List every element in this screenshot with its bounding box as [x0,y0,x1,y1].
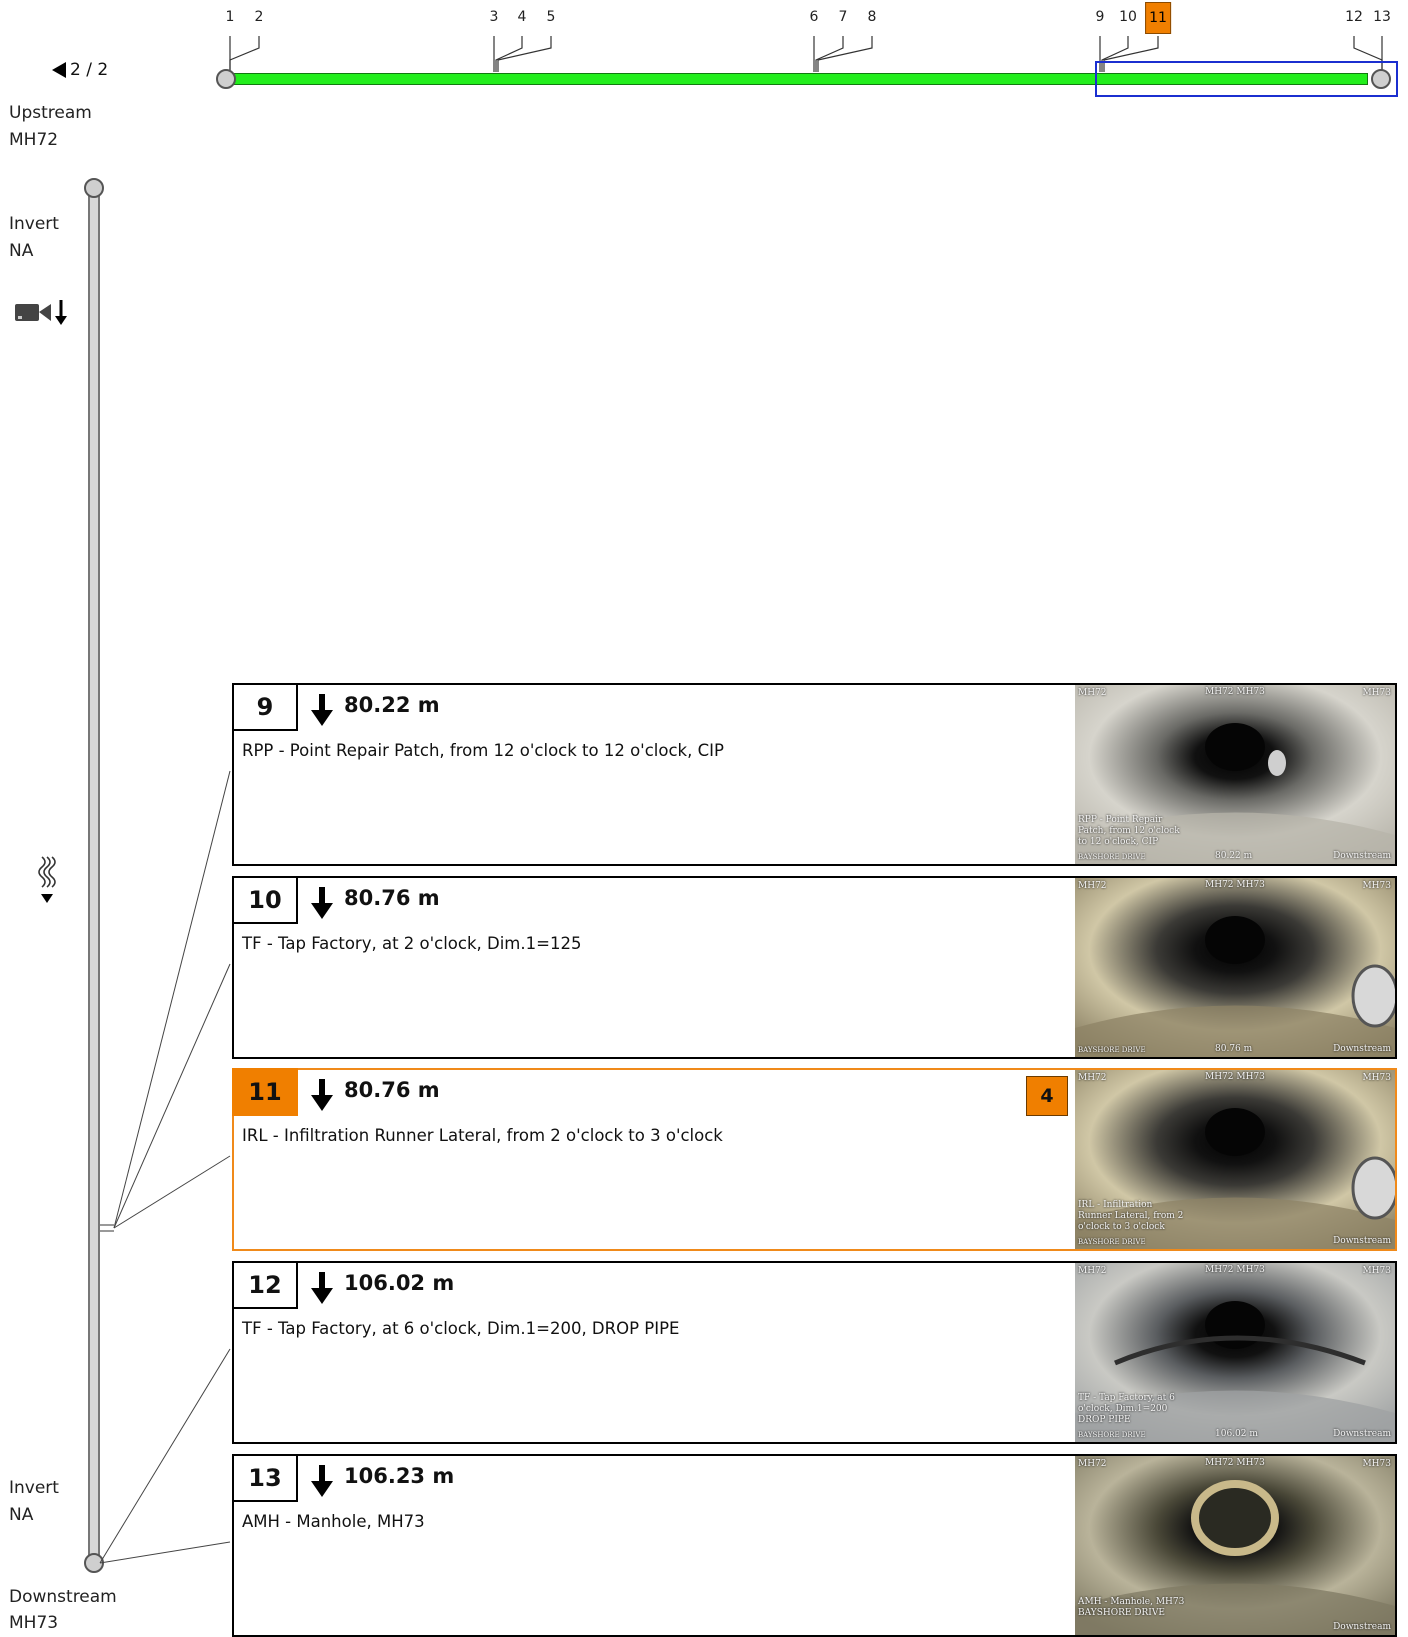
observation-description: AMH - Manhole, MH73 [242,1512,425,1531]
invert-top-label: Invert [9,214,59,234]
photo-street: BAYSHORE DRIVE [1078,1431,1146,1439]
observation-count-badge[interactable]: 4 [1026,1076,1068,1116]
photo-downstream-id: MH73 [1362,1266,1391,1276]
tick-leader-5 [497,36,552,72]
photo-direction: Downstream [1333,851,1391,861]
observation-distance: 106.23 m [344,1464,455,1488]
flow-wave-icon [38,856,56,903]
observation-card[interactable]: 11 80.76 m IRL - Infiltration Runner Lat… [232,1068,1397,1251]
photo-direction: Downstream [1333,1622,1391,1632]
observation-description: TF - Tap Factory, at 6 o'clock, Dim.1=20… [242,1319,680,1338]
photo-upstream-id: MH72 [1078,688,1107,698]
vertical-pipe-bottom-node [84,1553,104,1573]
observation-number: 9 [232,683,298,731]
tick-leader-7 [815,36,844,72]
pipe-interior-image [1075,878,1395,1057]
observation-card[interactable]: 13 106.23 m AMH - Manhole, MH73 MH72 MH7… [232,1454,1397,1637]
photo-pipe-id: MH72 MH73 [1205,1265,1265,1275]
overview-viewport-window[interactable] [1095,61,1398,97]
tick-leader-4 [495,36,523,72]
photo-pipe-id: MH72 MH73 [1205,687,1265,697]
observation-card[interactable]: 12 106.02 m TF - Tap Factory, at 6 o'clo… [232,1261,1397,1444]
upstream-label: Upstream [9,103,92,123]
tick-leader-8 [817,36,873,72]
observation-number: 10 [232,876,298,924]
photo-distance: 106.02 m [1215,1429,1258,1439]
photo-upstream-id: MH72 [1078,881,1107,891]
observation-description: TF - Tap Factory, at 2 o'clock, Dim.1=12… [242,934,582,953]
observation-number: 12 [232,1261,298,1309]
photo-caption: AMH - Manhole, MH73 BAYSHORE DRIVE [1078,1597,1185,1618]
pipe-overview: 1 2 3 4 5 6 7 8 9 10 11 12 13 [0,0,1408,110]
observation-photo[interactable]: MH72 MH72 MH73 MH73 BAYSHORE DRIVE 80.76… [1075,878,1395,1057]
observation-photo[interactable]: MH72 MH72 MH73 MH73 IRL - Infiltration R… [1075,1070,1395,1249]
downstream-manhole-id: MH73 [9,1613,59,1633]
vertical-pipe [88,191,100,1563]
invert-bottom-value: NA [9,1505,34,1525]
photo-caption: TF - Tap Factory, at 6 o'clock, Dim.1=20… [1078,1393,1175,1425]
arrow-down-icon [311,694,333,726]
observation-distance: 80.76 m [344,886,440,910]
photo-upstream-id: MH72 [1078,1266,1107,1276]
observation-distance: 80.22 m [344,693,440,717]
photo-downstream-id: MH73 [1362,688,1391,698]
observation-card[interactable]: 10 80.76 m TF - Tap Factory, at 2 o'cloc… [232,876,1397,1059]
photo-direction: Downstream [1333,1429,1391,1439]
observation-description: IRL - Infiltration Runner Lateral, from … [242,1126,723,1145]
photo-downstream-id: MH73 [1362,1073,1391,1083]
photo-upstream-id: MH72 [1078,1459,1107,1469]
photo-street: BAYSHORE DRIVE [1078,853,1146,861]
observation-distance: 80.76 m [344,1078,440,1102]
pager[interactable]: 2 / 2 [52,60,108,80]
downstream-label: Downstream [9,1587,117,1607]
invert-top-value: NA [9,241,34,261]
photo-street: BAYSHORE DRIVE [1078,1046,1146,1054]
observation-description: RPP - Point Repair Patch, from 12 o'cloc… [242,741,724,760]
observation-photo[interactable]: MH72 MH72 MH73 MH73 TF - Tap Factory, at… [1075,1263,1395,1442]
photo-pipe-id: MH72 MH73 [1205,1458,1265,1468]
photo-pipe-id: MH72 MH73 [1205,1072,1265,1082]
observation-card[interactable]: 9 80.22 m RPP - Point Repair Patch, from… [232,683,1397,866]
photo-downstream-id: MH73 [1362,881,1391,891]
photo-downstream-id: MH73 [1362,1459,1391,1469]
photo-pipe-id: MH72 MH73 [1205,880,1265,890]
triangle-left-icon[interactable] [52,62,66,78]
photo-caption: IRL - Infiltration Runner Lateral, from … [1078,1200,1184,1232]
upstream-node [216,69,236,89]
photo-street: BAYSHORE DRIVE [1078,1238,1146,1246]
tick-leader-2 [229,36,260,72]
invert-bottom-label: Invert [9,1478,59,1498]
camera-icon [15,300,67,325]
observation-photo[interactable]: MH72 MH72 MH73 MH73 AMH - Manhole, MH73 … [1075,1456,1395,1635]
upstream-manhole-id: MH72 [9,130,59,150]
photo-upstream-id: MH72 [1078,1073,1107,1083]
pager-text: 2 / 2 [70,60,109,80]
photo-distance: 80.22 m [1215,851,1253,861]
observation-number: 13 [232,1454,298,1502]
arrow-down-icon [311,1465,333,1497]
photo-direction: Downstream [1333,1236,1391,1246]
arrow-down-icon [311,1272,333,1304]
arrow-down-icon [311,887,333,919]
photo-caption: RPP - Point Repair Patch, from 12 o'cloc… [1078,815,1180,847]
vertical-pipe-top-node [84,178,104,198]
observation-photo[interactable]: MH72 MH72 MH73 MH73 RPP - Point Repair P… [1075,685,1395,864]
observation-number: 11 [232,1068,298,1116]
arrow-down-icon [311,1079,333,1111]
observation-distance: 106.02 m [344,1271,455,1295]
photo-distance: 80.76 m [1215,1044,1253,1054]
photo-direction: Downstream [1333,1044,1391,1054]
